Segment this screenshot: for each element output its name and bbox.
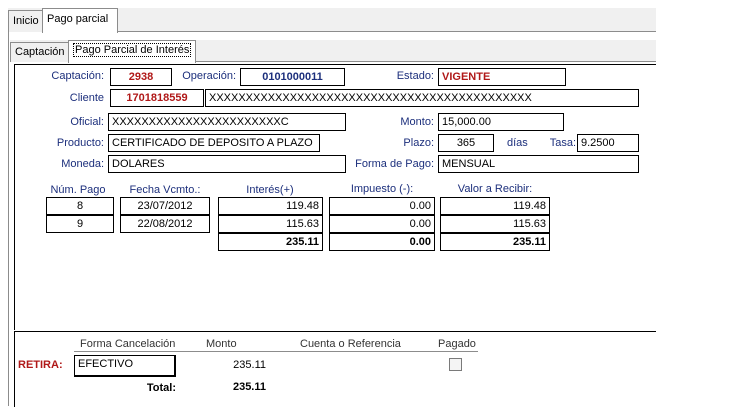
- monto-field[interactable]: 15,000.00: [438, 113, 564, 131]
- col-header-valor: Valor a Recibir:: [457, 183, 533, 195]
- cliente-label: Cliente: [69, 92, 104, 104]
- cancel-header-cuenta: Cuenta o Referencia: [300, 338, 401, 350]
- captacion-label: Captación:: [51, 70, 104, 82]
- total-valor: 235.11: [440, 233, 550, 251]
- row2-num: 9: [46, 215, 114, 233]
- plazo-unit: días: [507, 137, 528, 149]
- tab-captacion[interactable]: Captación: [10, 42, 70, 62]
- forma-pago-label: Forma de Pago:: [355, 158, 434, 170]
- row2-interes: 115.63: [218, 215, 323, 233]
- forma-pago-field[interactable]: MENSUAL: [438, 155, 639, 173]
- tab-pago-parcial-interes[interactable]: Pago Parcial de Interés: [68, 40, 197, 63]
- cancel-header-forma: Forma Cancelación: [80, 338, 176, 350]
- row1-valor: 119.48: [440, 197, 550, 215]
- producto-field[interactable]: CERTIFICADO DE DEPOSITO A PLAZO: [108, 134, 320, 152]
- tab-pago-parcial-interes-label: Pago Parcial de Interés: [73, 43, 192, 57]
- retira-label: RETIRA:: [18, 359, 63, 371]
- estado-field[interactable]: VIGENTE: [438, 68, 566, 86]
- row1-num: 8: [46, 197, 114, 215]
- plazo-field[interactable]: 365: [438, 134, 494, 152]
- total-interes: 235.11: [218, 233, 323, 251]
- cancel-header-pagado: Pagado: [438, 338, 476, 350]
- col-header-num-pago: Núm. Pago: [50, 184, 106, 196]
- moneda-label: Moneda:: [61, 158, 104, 170]
- plazo-label: Plazo:: [403, 137, 434, 149]
- total-label: Total:: [146, 382, 176, 394]
- row2-valor: 115.63: [440, 215, 550, 233]
- oficial-label: Oficial:: [70, 116, 104, 128]
- row2-fecha: 22/08/2012: [120, 215, 210, 233]
- row1-impuesto: 0.00: [329, 197, 435, 215]
- row1-fecha: 23/07/2012: [120, 197, 210, 215]
- total-value: 235.11: [232, 381, 266, 393]
- estado-label: Estado:: [396, 70, 434, 82]
- cliente-id-field[interactable]: 1701818559: [110, 89, 204, 107]
- operacion-label: Operación:: [182, 70, 236, 82]
- cliente-name-field[interactable]: XXXXXXXXXXXXXXXXXXXXXXXXXXXXXXXXXXXXXXXX…: [205, 89, 639, 107]
- row1-interes: 119.48: [218, 197, 323, 215]
- cancel-header-divider: [74, 351, 478, 352]
- forma-cancelacion-field[interactable]: EFECTIVO: [74, 355, 176, 377]
- total-impuesto: 0.00: [329, 233, 435, 251]
- pagado-checkbox[interactable]: [449, 358, 462, 371]
- col-header-impuesto: Impuesto (-):: [350, 183, 414, 195]
- cancel-header-monto: Monto: [206, 338, 237, 350]
- monto-label: Monto:: [400, 116, 434, 128]
- col-header-fecha: Fecha Vcmto.:: [129, 184, 201, 196]
- operacion-field[interactable]: 0101000011: [240, 68, 345, 86]
- tasa-field[interactable]: 9.2500: [577, 134, 639, 152]
- captacion-field[interactable]: 2938: [110, 68, 172, 86]
- oficial-field[interactable]: XXXXXXXXXXXXXXXXXXXXXXXC: [108, 113, 346, 131]
- row2-impuesto: 0.00: [329, 215, 435, 233]
- cancel-monto-value: 235.11: [233, 359, 266, 371]
- tasa-label: Tasa:: [549, 137, 576, 149]
- tab-pago-parcial[interactable]: Pago parcial: [42, 8, 118, 33]
- producto-label: Producto:: [56, 137, 104, 149]
- col-header-interes: Interés(+): [246, 184, 294, 196]
- tab-inicio[interactable]: Inicio: [8, 10, 44, 32]
- moneda-field[interactable]: DOLARES: [108, 155, 346, 173]
